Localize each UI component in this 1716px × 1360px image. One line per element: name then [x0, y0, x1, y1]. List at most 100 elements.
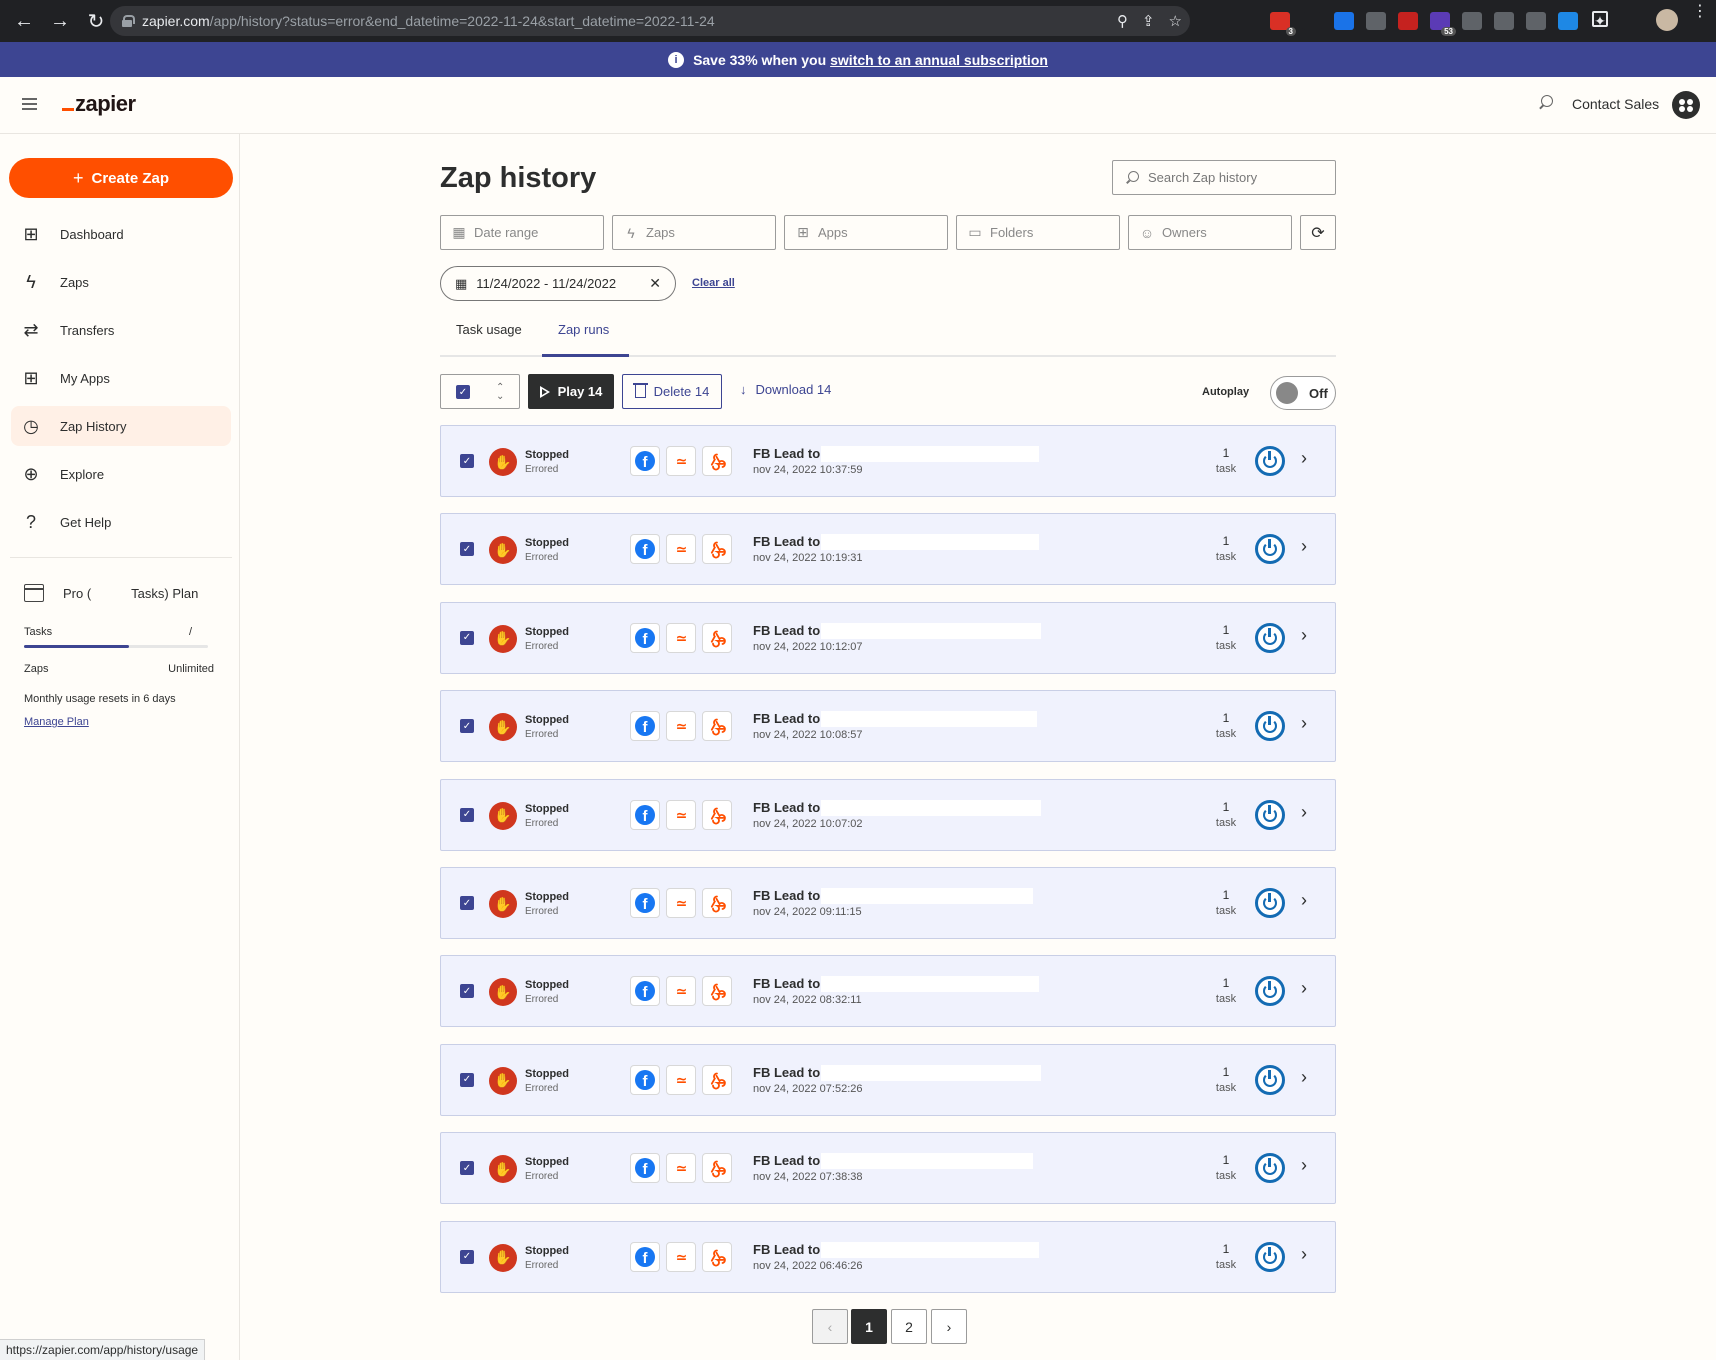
search-icon[interactable] — [1538, 95, 1554, 111]
zap-name[interactable]: FB Lead to — [753, 1153, 820, 1168]
zap-power-icon[interactable] — [1255, 799, 1285, 830]
d-ext-icon[interactable] — [1462, 12, 1482, 30]
bookmark-star-icon[interactable]: ☆ — [1169, 12, 1182, 30]
select-all-dropdown[interactable]: ✓ ⌃ ⌄ — [440, 374, 520, 409]
e-ext-icon[interactable] — [1302, 12, 1322, 30]
sidebar-item-dashboard[interactable]: ⊞ Dashboard — [11, 214, 231, 254]
zap-run-row[interactable]: ✓ ✋ Stopped Errored f ≃ FB Lead to nov 24, 2022… — [440, 1132, 1336, 1205]
row-checkbox[interactable]: ✓ — [460, 984, 474, 999]
purple-ext-icon[interactable]: 53 — [1430, 12, 1456, 36]
chevron-right-icon[interactable]: › — [1301, 1067, 1307, 1088]
zap-name[interactable]: FB Lead to — [753, 1242, 820, 1257]
chevron-right-icon[interactable]: › — [1301, 802, 1307, 823]
zapier-logo[interactable]: zapier — [62, 91, 136, 117]
chevron-right-icon[interactable]: › — [1301, 448, 1307, 469]
previous-page-button[interactable]: ‹ — [812, 1309, 848, 1344]
next-page-button[interactable]: › — [931, 1309, 967, 1344]
clear-all-link[interactable]: Clear all — [692, 277, 735, 289]
account-avatar[interactable] — [1672, 91, 1700, 119]
row-checkbox[interactable]: ✓ — [460, 896, 474, 910]
zap-power-icon[interactable] — [1255, 1064, 1285, 1095]
glasses-ext-icon[interactable] — [1526, 12, 1546, 30]
download-button[interactable]: ↓ Download 14 — [740, 382, 831, 397]
zap-run-row[interactable]: ✓ ✋ Stopped Errored f ≃ FB Lead to nov 24, 2022… — [440, 955, 1336, 1028]
dots-ext-icon[interactable] — [1398, 12, 1418, 30]
zoom-icon[interactable]: ⚲ — [1117, 12, 1128, 30]
row-checkbox[interactable]: ✓ — [460, 807, 474, 822]
snowflake-ext-icon[interactable] — [1558, 12, 1578, 30]
back-arrow-icon[interactable]: ← — [8, 5, 40, 37]
delete-button[interactable]: Delete 14 — [622, 374, 722, 409]
date-range-chip[interactable]: ▦ 11/24/2022 - 11/24/2022 ✕ — [440, 266, 676, 301]
refresh-button[interactable]: ⟳ — [1300, 215, 1336, 250]
filter-zaps[interactable]: ϟ Zaps — [612, 215, 776, 250]
zap-run-row[interactable]: ✓ ✋ Stopped Errored f ≃ FB Lead to nov 24, 2022… — [440, 867, 1336, 939]
filter-apps[interactable]: ⊞ Apps — [784, 215, 948, 250]
zap-name[interactable]: FB Lead to — [753, 888, 820, 903]
search-zap-history-input[interactable]: Search Zap history — [1112, 160, 1336, 195]
chevron-right-icon[interactable]: › — [1301, 890, 1307, 911]
zap-power-icon[interactable] — [1255, 711, 1285, 742]
promo-link[interactable]: switch to an annual subscription — [830, 52, 1048, 68]
contact-sales-link[interactable]: Contact Sales — [1572, 96, 1659, 112]
sidebar-item-my-apps[interactable]: ⊞ My Apps — [11, 358, 231, 398]
profile-avatar[interactable] — [1656, 9, 1678, 31]
chevron-right-icon[interactable]: › — [1301, 1244, 1307, 1265]
zap-run-row[interactable]: ✓ ✋ Stopped Errored f ≃ FB Lead to nov 24, 2022… — [440, 1043, 1336, 1116]
close-icon[interactable]: ✕ — [649, 275, 661, 292]
tab-zap-runs[interactable]: Zap runs — [558, 322, 609, 337]
row-checkbox[interactable]: ✓ — [460, 1161, 474, 1176]
share-icon[interactable]: ⇪ — [1142, 12, 1155, 30]
sidebar-item-zaps[interactable]: ϟ Zaps — [11, 262, 231, 302]
zap-name[interactable]: FB Lead to — [753, 800, 820, 815]
row-checkbox[interactable]: ✓ — [460, 1249, 474, 1264]
filter-folders[interactable]: ▭ Folders — [956, 215, 1120, 250]
select-all-checkbox[interactable]: ✓ — [456, 385, 470, 399]
hamburger-menu-icon[interactable] — [22, 98, 37, 110]
row-checkbox[interactable]: ✓ — [460, 542, 474, 557]
zap-power-icon[interactable] — [1255, 1153, 1285, 1184]
manage-plan-link[interactable]: Manage Plan — [24, 716, 214, 728]
sidebar-item-explore[interactable]: ⊕ Explore — [11, 454, 231, 494]
chevron-right-icon[interactable]: › — [1301, 625, 1307, 646]
red-ext-icon[interactable]: 3 — [1270, 12, 1296, 36]
blue-ext-icon[interactable] — [1334, 12, 1354, 30]
filter-owners[interactable]: ☺ Owners — [1128, 215, 1292, 250]
row-checkbox[interactable]: ✓ — [460, 719, 474, 734]
code-ext-icon[interactable] — [1366, 12, 1386, 30]
filter-date-range[interactable]: ▦ Date range — [440, 215, 604, 250]
create-zap-button[interactable]: + Create Zap — [9, 158, 233, 198]
zap-run-row[interactable]: ✓ ✋ Stopped Errored f ≃ FB Lead to nov 24, 2022… — [440, 425, 1336, 497]
zap-run-row[interactable]: ✓ ✋ Stopped Errored f ≃ FB Lead to nov 24, 2022… — [440, 513, 1336, 586]
zap-run-row[interactable]: ✓ ✋ Stopped Errored f ≃ FB Lead to nov 24, 2022… — [440, 778, 1336, 851]
reload-icon[interactable]: ↻ — [80, 5, 112, 37]
row-checkbox[interactable]: ✓ — [460, 1072, 474, 1087]
zap-name[interactable]: FB Lead to — [753, 534, 820, 549]
autoplay-toggle[interactable]: Off — [1270, 376, 1336, 410]
side-panel-icon[interactable] — [1592, 11, 1608, 27]
zap-power-icon[interactable] — [1255, 622, 1285, 653]
zap-name[interactable]: FB Lead to — [753, 446, 820, 461]
zap-run-row[interactable]: ✓ ✋ Stopped Errored f ≃ FB Lead to nov 24, 2022… — [440, 1220, 1336, 1293]
zap-name[interactable]: FB Lead to — [753, 976, 820, 991]
zap-run-row[interactable]: ✓ ✋ Stopped Errored f ≃ FB Lead to nov 24, 2022… — [440, 690, 1336, 763]
zap-power-icon[interactable] — [1255, 1241, 1285, 1272]
zap-name[interactable]: FB Lead to — [753, 623, 820, 638]
zap-run-row[interactable]: ✓ ✋ Stopped Errored f ≃ FB Lead to nov 24, 2022… — [440, 601, 1336, 674]
page-1-button[interactable]: 1 — [851, 1309, 887, 1344]
zap-power-icon[interactable] — [1255, 976, 1285, 1007]
address-bar[interactable]: zapier.com/app/history?status=error&end_… — [110, 6, 1190, 36]
zap-name[interactable]: FB Lead to — [753, 1065, 820, 1080]
chevron-right-icon[interactable]: › — [1301, 978, 1307, 999]
zap-power-icon[interactable] — [1255, 888, 1285, 918]
forward-arrow-icon[interactable]: → — [44, 5, 76, 37]
play-button[interactable]: Play 14 — [528, 374, 614, 409]
chevron-right-icon[interactable]: › — [1301, 536, 1307, 557]
page-2-button[interactable]: 2 — [891, 1309, 927, 1344]
chevron-right-icon[interactable]: › — [1301, 1155, 1307, 1176]
zap-name[interactable]: FB Lead to — [753, 711, 820, 726]
sidebar-item-get-help[interactable]: ? Get Help — [11, 502, 231, 542]
zap-power-icon[interactable] — [1255, 534, 1285, 565]
zap-power-icon[interactable] — [1255, 446, 1285, 476]
sidebar-item-zap-history[interactable]: ◷ Zap History — [11, 406, 231, 446]
